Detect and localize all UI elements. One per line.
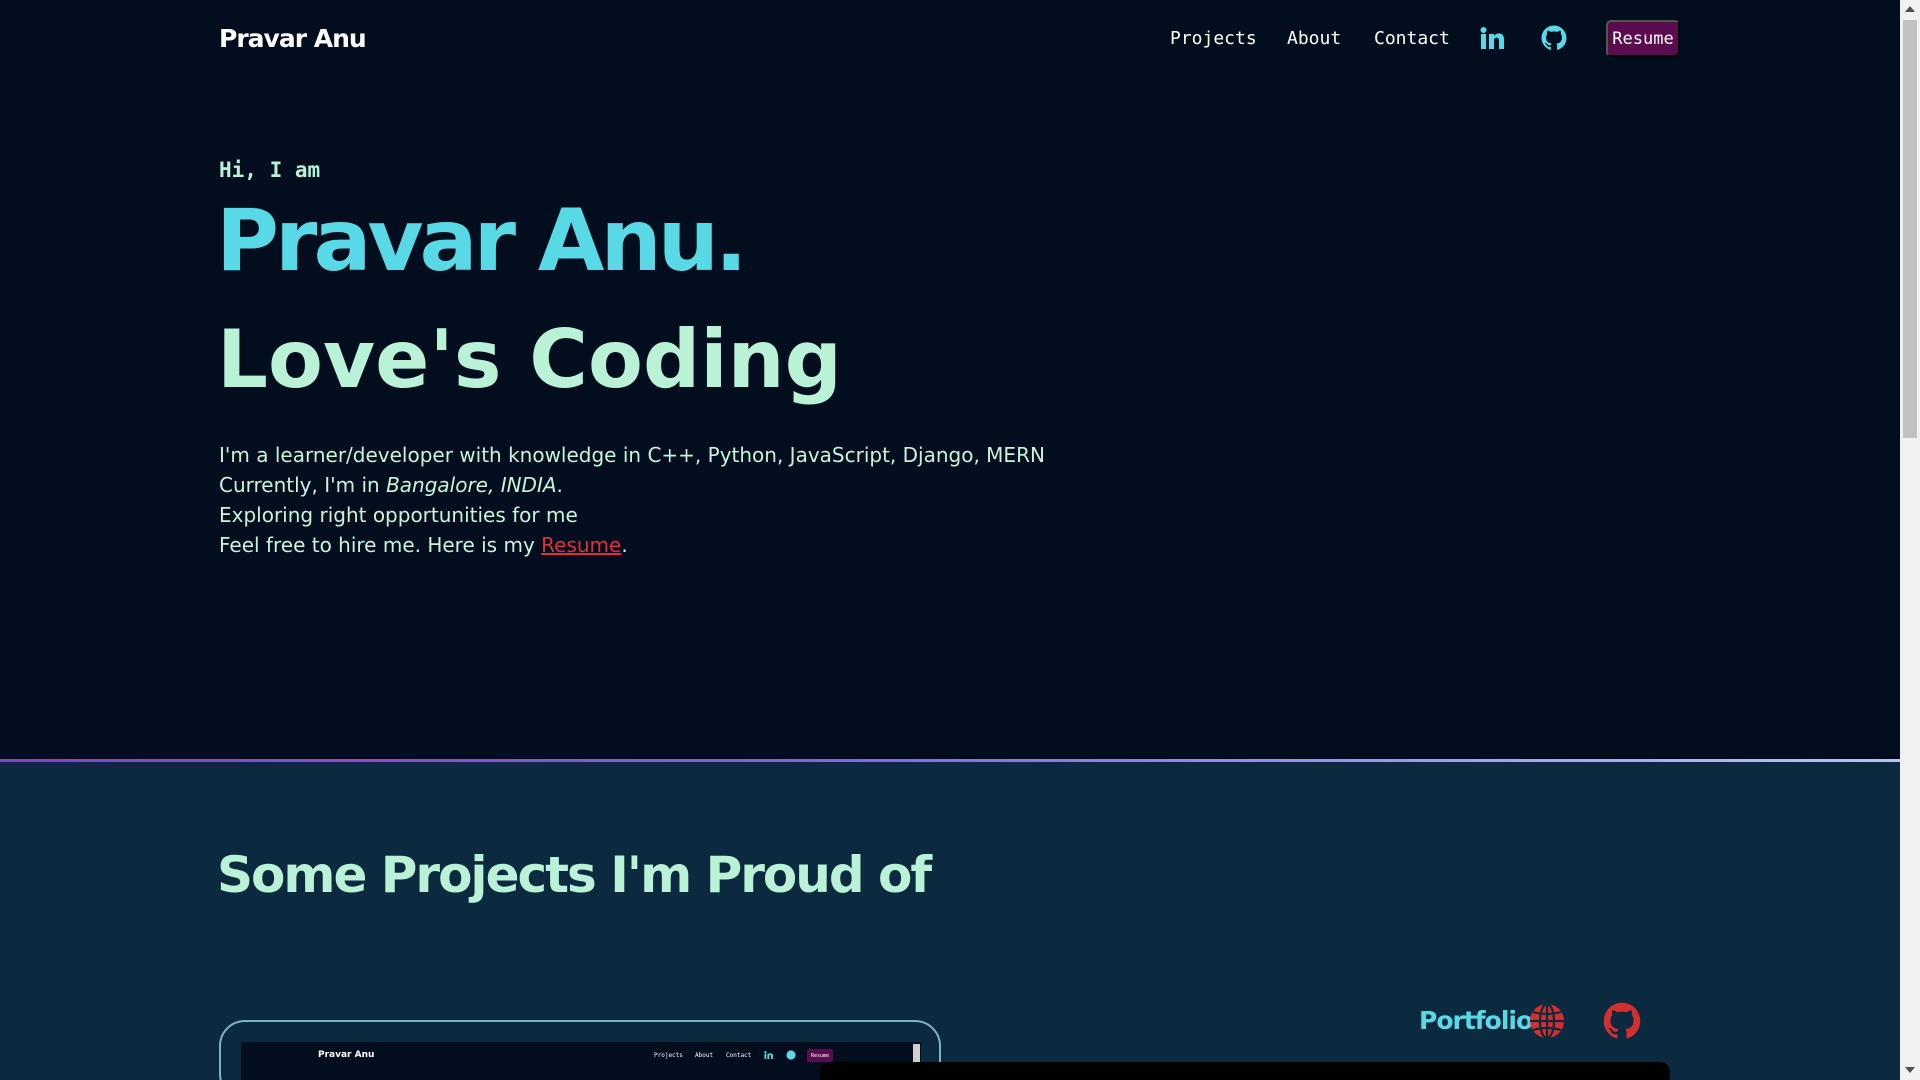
resume-button[interactable]: Resume bbox=[1606, 20, 1680, 57]
projects-title: Some Projects I'm Proud of bbox=[217, 846, 932, 904]
preview-linkedin-icon bbox=[764, 1051, 773, 1059]
page-scrollbar[interactable] bbox=[1900, 0, 1920, 1080]
preview-resume-button: Resume bbox=[807, 1049, 833, 1062]
project-preview-screenshot[interactable]: Pravar Anu Projects About Contact Resume bbox=[241, 1042, 921, 1080]
location-prefix: Currently, I'm in bbox=[219, 473, 387, 497]
hero-line-skills: I'm a learner/developer with knowledge i… bbox=[219, 443, 1045, 467]
location-text: Bangalore, INDIA bbox=[386, 473, 557, 497]
scroll-up-arrow-icon[interactable] bbox=[1905, 6, 1915, 12]
hero-line-hire: Feel free to hire me. Here is my Resume. bbox=[219, 530, 1045, 560]
hero-tagline: Love's Coding bbox=[217, 313, 842, 406]
preview-github-icon bbox=[786, 1050, 796, 1060]
github-icon[interactable] bbox=[1603, 1002, 1641, 1040]
hero-line-location: Currently, I'm in Bangalore, INDIA. bbox=[219, 470, 1045, 500]
nav-link-projects[interactable]: Projects bbox=[1170, 28, 1257, 49]
top-nav: Pravar Anu Projects About Contact Resume bbox=[0, 0, 1900, 78]
preview-link-contact: Contact bbox=[726, 1052, 752, 1059]
projects-section: Some Projects I'm Proud of Pravar Anu Pr… bbox=[0, 762, 1900, 1080]
resume-link[interactable]: Resume bbox=[541, 533, 621, 557]
preview-scrollbar bbox=[913, 1044, 920, 1062]
hero-line-opportunities: Exploring right opportunities for me bbox=[219, 503, 578, 527]
linkedin-icon[interactable] bbox=[1478, 24, 1506, 52]
hero-greeting: Hi, I am bbox=[219, 158, 321, 182]
preview-link-about: About bbox=[695, 1052, 714, 1059]
nav-link-about[interactable]: About bbox=[1287, 28, 1341, 49]
project-name[interactable]: Portfolio bbox=[1419, 1006, 1533, 1035]
hire-prefix: Feel free to hire me. Here is my bbox=[219, 533, 542, 557]
hero-description: I'm a learner/developer with knowledge i… bbox=[219, 440, 1045, 560]
project-card-panel bbox=[820, 1062, 1670, 1080]
location-suffix: . bbox=[556, 473, 563, 497]
nav-link-contact[interactable]: Contact bbox=[1374, 28, 1450, 49]
brand-logo[interactable]: Pravar Anu bbox=[219, 24, 367, 53]
hire-suffix: . bbox=[621, 533, 628, 557]
scrollbar-thumb[interactable] bbox=[1903, 20, 1917, 438]
page: Pravar Anu Projects About Contact Resume… bbox=[0, 0, 1900, 1080]
globe-icon[interactable] bbox=[1528, 1002, 1566, 1040]
preview-link-projects: Projects bbox=[654, 1052, 683, 1059]
github-icon[interactable] bbox=[1540, 24, 1568, 52]
scroll-down-arrow-icon[interactable] bbox=[1905, 1067, 1915, 1073]
preview-brand: Pravar Anu bbox=[318, 1050, 375, 1060]
hero-name: Pravar Anu. bbox=[216, 191, 748, 291]
